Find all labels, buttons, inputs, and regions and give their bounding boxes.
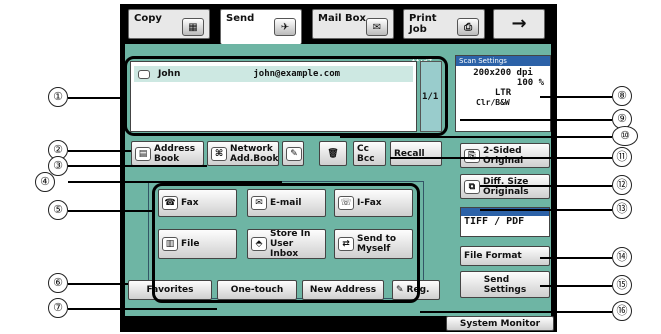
callout-4: ④: [35, 172, 55, 192]
next-arrow-icon: →: [511, 13, 527, 34]
diff-size-icon: ⧉: [464, 179, 480, 194]
file-format-display: TIFF / PDF: [460, 207, 550, 237]
callout-destination-box: [124, 56, 448, 136]
print-job-icon: ⎙: [457, 18, 479, 36]
two-sided-original-button[interactable]: ⎘ 2-Sided Original: [460, 143, 550, 168]
tab-mail-box[interactable]: Mail Box ✉: [312, 9, 394, 39]
callout-14: ⑭: [612, 247, 632, 267]
callout-8: ⑧: [612, 86, 632, 106]
callout-12: ⑫: [612, 175, 632, 195]
next-tab-button[interactable]: →: [493, 9, 545, 39]
callout-7: ⑦: [48, 298, 68, 318]
send-settings-button[interactable]: Send Settings: [460, 271, 550, 298]
tab-send[interactable]: Send ✈: [220, 9, 302, 44]
send-icon: ✈: [274, 18, 296, 36]
system-monitor-button[interactable]: System Monitor: [446, 316, 554, 331]
copier-icon: ▦: [182, 18, 204, 36]
network-address-book-button[interactable]: ⌘ Network Add.Book: [207, 141, 279, 166]
file-format-button[interactable]: File Format: [460, 246, 550, 266]
tab-print-job[interactable]: Print Job ⎙: [403, 9, 485, 39]
callout-1: ①: [48, 87, 68, 107]
trash-icon: 🗑: [327, 148, 339, 159]
callout-15: ⑮: [612, 275, 632, 295]
address-book-icon: ▤: [135, 146, 151, 161]
cc-bcc-button[interactable]: Cc Bcc: [353, 141, 386, 166]
two-sided-icon: ⎘: [464, 148, 480, 163]
callout-16: ⑯: [612, 301, 632, 321]
network-icon: ⌘: [211, 146, 227, 161]
address-book-button[interactable]: ▤ Address Book: [131, 141, 204, 166]
callout-10: ⑩: [612, 126, 638, 146]
mailbox-icon: ✉: [366, 18, 388, 36]
details-icon: ✎: [286, 146, 302, 161]
callout-11: ⑪: [612, 147, 632, 167]
delete-button[interactable]: 🗑: [319, 141, 347, 166]
recall-button[interactable]: Recall: [390, 141, 442, 166]
callout-6: ⑥: [48, 273, 68, 293]
details-button[interactable]: ✎: [282, 141, 304, 166]
callout-send-type-box: [152, 183, 420, 303]
callout-13: ⑬: [612, 199, 632, 219]
callout-5: ⑤: [48, 200, 68, 220]
tab-copy[interactable]: Copy ▦: [128, 9, 210, 39]
